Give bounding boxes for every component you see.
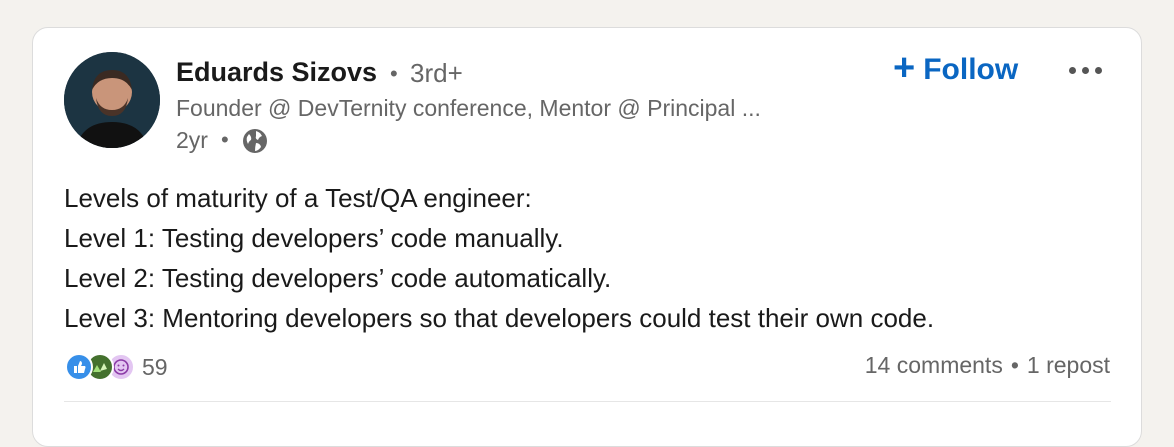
more-options-icon[interactable] [1063, 60, 1107, 80]
follow-button[interactable]: + Follow [893, 48, 1018, 92]
separator-dot: • [1010, 352, 1019, 378]
separator-dot: • [390, 61, 398, 86]
post-line: Levels of maturity of a Test/QA engineer… [64, 183, 532, 213]
author-avatar[interactable] [64, 52, 160, 148]
comments-count[interactable]: 14 comments [865, 352, 1003, 379]
reposts-count[interactable]: 1 repost [1027, 352, 1110, 379]
post-card: Eduards Sizovs • 3rd+ Founder @ DevTerni… [32, 27, 1142, 447]
reactions-summary[interactable]: 59 [65, 352, 168, 382]
post-time: 2yr [176, 127, 208, 153]
plus-icon: + [893, 47, 916, 89]
author-name[interactable]: Eduards Sizovs [176, 57, 377, 88]
reaction-count: 59 [142, 353, 168, 380]
separator-dot: • [221, 127, 229, 152]
follow-label: Follow [923, 53, 1019, 86]
connection-degree: 3rd+ [410, 58, 463, 88]
post-line: Level 2: Testing developers’ code automa… [64, 263, 612, 293]
post-line: Level 3: Mentoring developers so that de… [64, 303, 935, 333]
author-headline: Founder @ DevTernity conference, Mentor … [176, 95, 761, 121]
post-text: Levels of maturity of a Test/QA engineer… [64, 178, 1114, 338]
post-stats: 14 comments • 1 repost [865, 352, 1110, 379]
globe-icon [242, 128, 268, 154]
divider [64, 401, 1111, 402]
like-reaction-icon [65, 353, 93, 381]
post-line: Level 1: Testing developers’ code manual… [64, 223, 564, 253]
